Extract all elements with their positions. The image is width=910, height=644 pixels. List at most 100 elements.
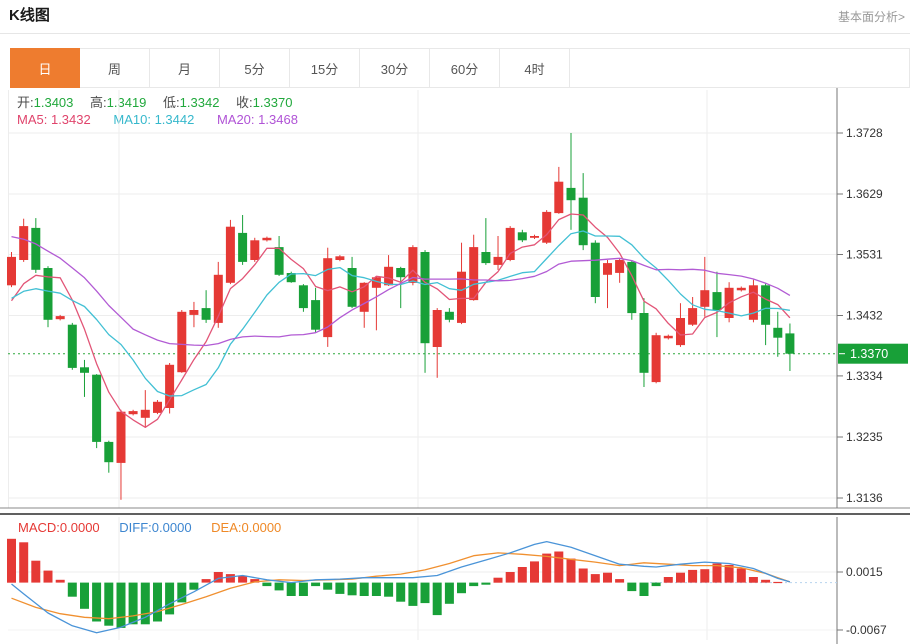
macd-bar-negative <box>372 583 381 596</box>
macd-bar-negative <box>311 583 320 587</box>
ma5-line <box>12 214 790 427</box>
candle-up <box>56 316 65 319</box>
candle-up <box>226 227 235 283</box>
candle-up <box>262 238 271 241</box>
dea-readout: DEA:0.0000 <box>211 520 281 535</box>
macd-bar-positive <box>226 574 235 583</box>
macd-bar-positive <box>530 561 539 582</box>
candle-up <box>117 412 126 463</box>
macd-bar-negative <box>445 583 454 604</box>
macd-bar-negative <box>457 583 466 594</box>
macd-bar-negative <box>153 583 162 622</box>
macd-bar-negative <box>117 583 126 628</box>
candle-up <box>141 410 150 418</box>
candle-down <box>481 252 490 263</box>
macd-bar-positive <box>591 574 600 583</box>
macd-bar-negative <box>433 583 442 616</box>
macd-bar-positive <box>615 579 624 583</box>
svg-text:-0.0067: -0.0067 <box>846 623 887 637</box>
macd-bar-positive <box>761 580 770 583</box>
candle-up <box>335 256 344 260</box>
candle-down <box>785 333 794 353</box>
candle-up <box>129 411 138 414</box>
candle-down <box>640 313 649 373</box>
macd-bar-positive <box>56 580 65 583</box>
macd-bar-negative <box>396 583 405 602</box>
macd-bar-negative <box>627 583 636 592</box>
macd-bar-negative <box>68 583 77 597</box>
macd-bar-positive <box>214 572 223 583</box>
macd-bar-negative <box>469 583 478 587</box>
candle-down <box>773 328 782 338</box>
svg-text:1.3728: 1.3728 <box>846 126 883 140</box>
candle-up <box>469 247 478 300</box>
macd-bar-positive <box>567 559 576 583</box>
candle-up <box>494 257 503 265</box>
macd-bar-positive <box>554 552 563 583</box>
candle-up <box>7 257 16 285</box>
macd-bar-negative <box>129 583 138 625</box>
macd-bar-negative <box>481 583 490 585</box>
candle-down <box>518 232 527 240</box>
candlestick-chart-canvas[interactable]: 1.37281.36291.35311.34321.33341.32351.31… <box>0 0 910 644</box>
macd-bar-positive <box>688 570 697 583</box>
macd-y-axis: 0.0015 -0.0067 <box>837 565 887 637</box>
diff-readout: DIFF:0.0000 <box>119 520 191 535</box>
candle-up <box>737 288 746 291</box>
macd-bar-negative <box>421 583 430 604</box>
candle-down <box>44 268 53 320</box>
candle-up <box>749 285 758 320</box>
macd-bar-positive <box>737 569 746 583</box>
candle-up <box>615 260 624 273</box>
candle-down <box>92 375 101 442</box>
macd-bar-positive <box>518 567 527 583</box>
macd-bar-negative <box>335 583 344 594</box>
price-y-axis: 1.37281.36291.35311.34321.33341.32351.31… <box>837 126 883 505</box>
candle-down <box>31 228 40 270</box>
macd-bar-positive <box>19 542 28 582</box>
macd-bar-negative <box>348 583 357 596</box>
candle-up <box>384 267 393 286</box>
candle-down <box>579 198 588 246</box>
gridlines <box>8 90 837 640</box>
candle-up <box>603 263 612 275</box>
macd-legend: MACD:0.0000 DIFF:0.0000 DEA:0.0000 <box>18 520 297 535</box>
macd-bar-positive <box>542 554 551 583</box>
macd-readout: MACD:0.0000 <box>18 520 100 535</box>
candle-down <box>591 243 600 297</box>
kline-widget: K线图 基本面分析> 日 周 月 5分 15分 30分 60分 4时 开:1.3… <box>0 0 910 644</box>
svg-text:1.3235: 1.3235 <box>846 430 883 444</box>
macd-bar-negative <box>80 583 89 609</box>
macd-bar-positive <box>749 577 758 583</box>
candle-down <box>396 268 405 277</box>
svg-text:0.0015: 0.0015 <box>846 565 883 579</box>
macd-bar-negative <box>640 583 649 596</box>
macd-bar-negative <box>323 583 332 590</box>
svg-text:1.3629: 1.3629 <box>846 187 883 201</box>
macd-bar-positive <box>676 573 685 583</box>
candle-up <box>652 335 661 382</box>
candle-down <box>238 233 247 262</box>
candle-up <box>433 310 442 347</box>
macd-bar-positive <box>202 579 211 583</box>
current-price-badge: 1.3370 <box>838 344 908 364</box>
macd-bar-positive <box>579 569 588 583</box>
macd-bar-negative <box>652 583 661 587</box>
svg-text:1.3432: 1.3432 <box>846 309 883 323</box>
candle-up <box>189 310 198 315</box>
candle-down <box>80 367 89 373</box>
macd-bar-negative <box>384 583 393 597</box>
candle-up <box>664 336 673 339</box>
macd-bar-positive <box>664 577 673 583</box>
candle-up <box>688 308 697 325</box>
candle-down <box>567 188 576 200</box>
macd-bar-positive <box>44 571 53 583</box>
candle-down <box>713 292 722 310</box>
macd-bar-negative <box>189 583 198 590</box>
macd-histogram <box>7 539 782 628</box>
candles <box>7 133 794 500</box>
macd-bar-positive <box>31 561 40 583</box>
candle-up <box>165 365 174 408</box>
svg-text:1.3531: 1.3531 <box>846 248 883 262</box>
candle-down <box>202 308 211 320</box>
